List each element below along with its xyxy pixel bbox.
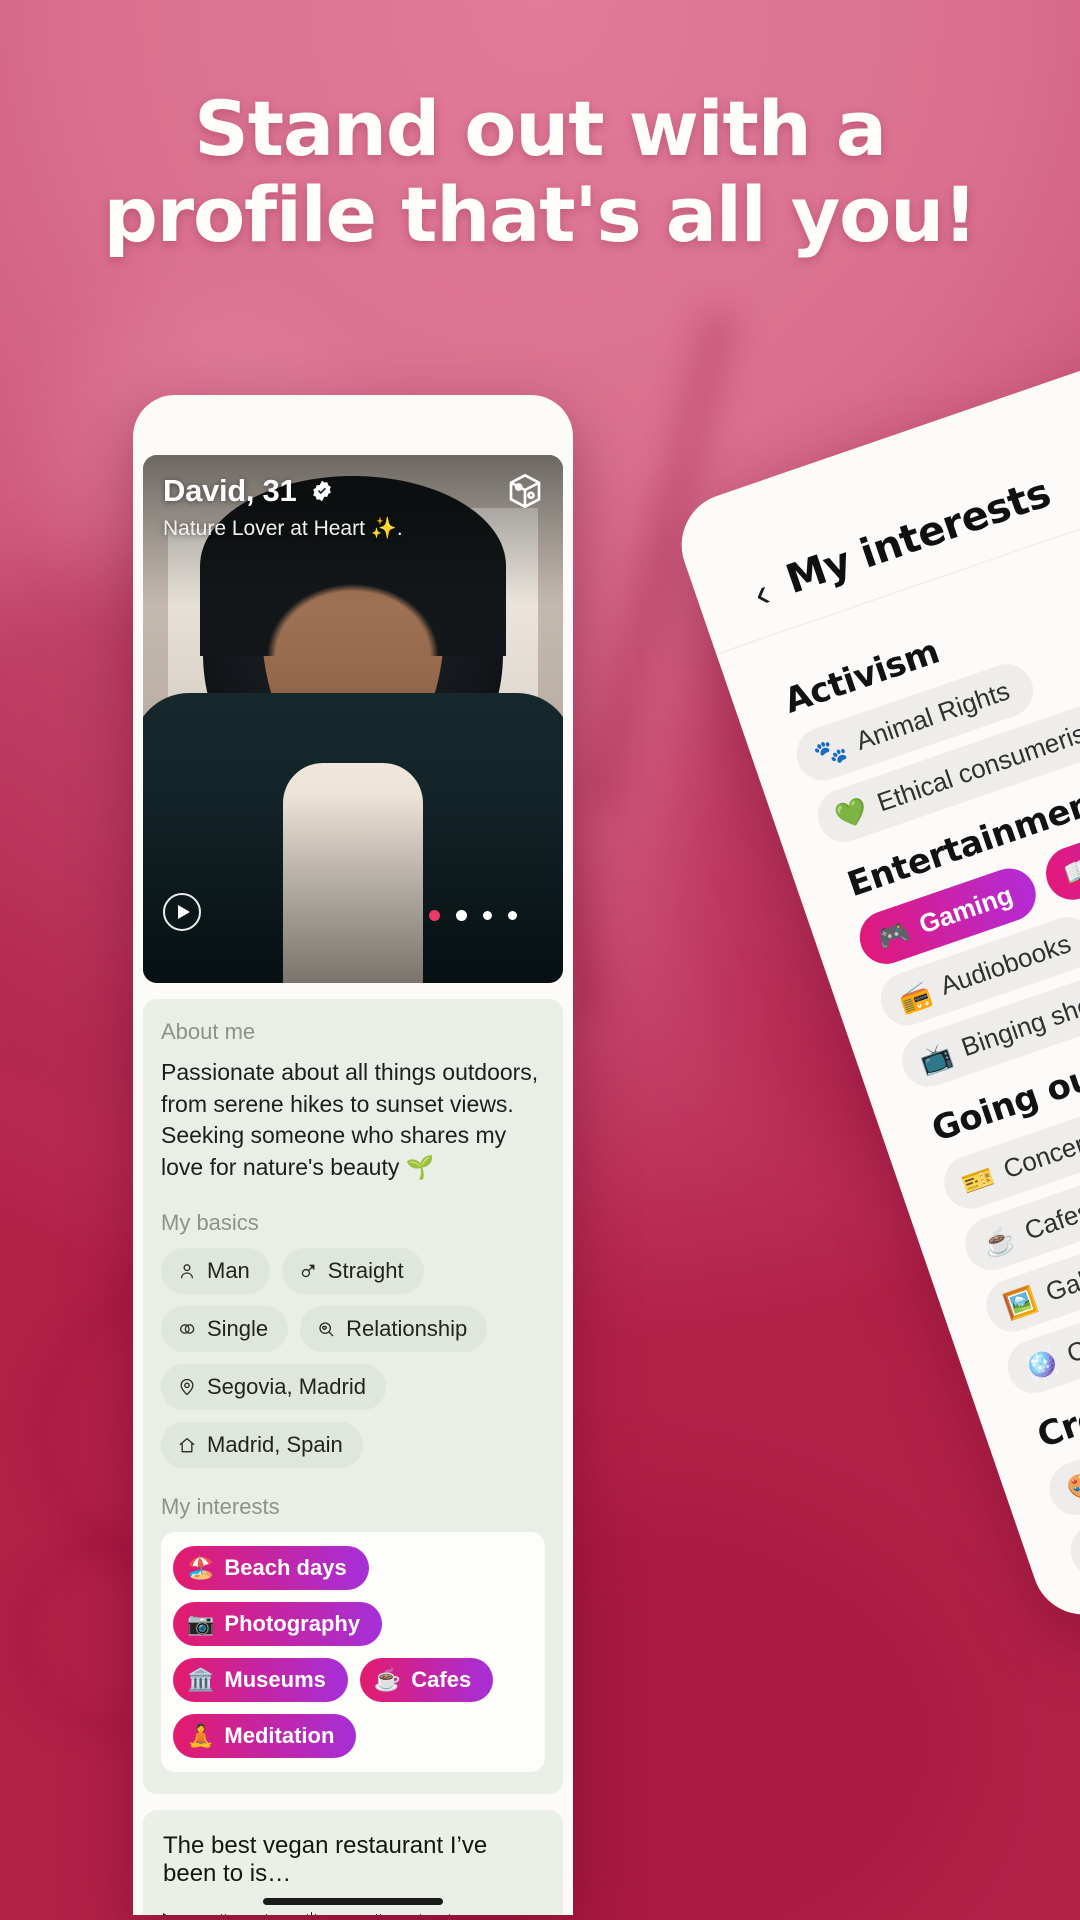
basics-chip-label: Segovia, Madrid [207,1373,366,1399]
gender-straight-icon [301,1264,315,1278]
interest-option-emoji: 📺 [915,1038,957,1078]
interest-option-emoji: 📖 [1059,851,1080,891]
profile-name: David, 31 [163,473,297,508]
basics-chip[interactable]: Madrid, Spain [161,1421,363,1468]
photo-dot[interactable] [508,911,517,920]
interest-option-label: Gaming [915,879,1017,940]
photo-dot[interactable] [429,910,440,921]
headline-line-1: Stand out with a [194,84,887,173]
waveform-bar [314,1913,316,1915]
person-icon [180,1264,194,1279]
status-bar-spacer [133,395,573,455]
photo-dot[interactable] [456,910,467,921]
waveform-bar [221,1913,223,1915]
interest-option-label: Cafes [1020,1195,1080,1246]
interest-chip-label: Museums [224,1666,326,1692]
waveform-bar [306,1913,308,1915]
basics-chip-label: Man [207,1257,250,1283]
interest-chip-emoji: ☕ [373,1666,402,1692]
interest-chip-label: Cafes [411,1666,472,1692]
home-indicator [263,1898,443,1905]
interest-option-label: Clubs [1062,1318,1080,1369]
interest-chip[interactable]: 🏖️ Beach days [173,1545,369,1590]
interest-chip-emoji: 🧘 [187,1722,215,1748]
play-circle-icon[interactable] [163,893,201,931]
interest-chip-emoji: 🏖️ [187,1554,215,1580]
waveform-bar [266,1913,268,1915]
basics-chip-list: Man Straight Single Relationship Segovia, Ma… [161,1247,545,1468]
basics-chip[interactable]: Man [161,1247,270,1294]
location-pin-icon [180,1378,194,1396]
play-triangle-icon[interactable] [163,1912,183,1915]
basics-chip[interactable]: Relationship [300,1305,488,1352]
waveform-bar [420,1913,422,1915]
profile-phone-mockup: David, 31 Nature Lover at Heart ✨. About… [133,395,573,1915]
interest-option-emoji: 🖼️ [1000,1283,1041,1323]
basics-chip-label: Madrid, Spain [207,1431,343,1457]
profile-photo-card[interactable]: David, 31 Nature Lover at Heart ✨. [143,455,563,983]
audio-waveform[interactable] [201,1908,482,1915]
interest-chip-label: Photography [224,1610,361,1636]
interest-option-emoji: 🪩 [1021,1344,1062,1384]
waveform-bar [375,1913,377,1915]
cube-3d-icon[interactable] [505,471,545,511]
interest-chip-label: Meditation [224,1722,335,1748]
interest-option-emoji: 🐾 [810,731,851,771]
about-me-label: About me [161,1019,256,1044]
interest-option-emoji: 🎮 [873,915,914,955]
basics-chip-label: Straight [327,1257,404,1283]
link-rings-icon [179,1324,195,1334]
waveform-bar [225,1913,227,1915]
interest-option-label: Concerts [999,1122,1080,1185]
photo-pagination-dots[interactable] [429,910,517,921]
headline-line-2: profile that's all you! [103,169,977,259]
interest-chip[interactable]: 🏛️ Museums [173,1657,348,1702]
interest-chip-emoji: 🏛️ [187,1666,215,1692]
voice-prompt-text: The best vegan restaurant I’ve been to i… [163,1831,488,1887]
photo-bottom-scrim [143,793,563,983]
chevron-left-icon[interactable]: ‹ [748,571,775,617]
profile-details-panel: About me Passionate about all things out… [143,999,563,1794]
basics-chip[interactable]: Straight [281,1247,424,1294]
interest-option-emoji: 💚 [831,793,872,833]
profile-name-row: David, 31 [163,473,334,509]
waveform-bar [310,1911,312,1915]
photo-dot[interactable] [483,911,492,920]
voice-duration: 0:25 [500,1912,543,1915]
about-me-text: Passionate about all things outdoors, fr… [161,1059,539,1181]
interests-chip-list: 🏖️ Beach days 📷 Photography 🏛️ Museums ☕ Cafes 🧘… [161,1531,545,1772]
basics-chip[interactable]: Single [161,1305,289,1352]
interest-option-emoji: 🎫 [957,1160,999,1200]
interest-chip[interactable]: 📷 Photography [173,1601,383,1646]
interest-option-label: Galleries [1041,1245,1080,1308]
page-title: Stand out with a profile that's all you! [0,86,1080,258]
interest-chip-label: Beach days [224,1554,347,1580]
voice-player-row: 0:25 [163,1908,543,1915]
basics-chip-label: Relationship [346,1315,468,1341]
waveform-bar [448,1913,450,1915]
interest-chip[interactable]: 🧘 Meditation [173,1713,357,1758]
basics-chip[interactable]: Segovia, Madrid [161,1363,386,1410]
basics-chip-label: Single [207,1315,269,1341]
profile-tagline: Nature Lover at Heart ✨. [163,517,403,540]
interest-chip-emoji: 📷 [187,1610,215,1636]
interest-option-emoji: 📻 [894,976,935,1016]
interest-option-emoji: ☕ [978,1221,1020,1261]
verified-badge-icon [313,480,332,502]
search-heart-icon [319,1322,334,1337]
my-basics-label: My basics [161,1209,259,1235]
waveform-bar [379,1913,381,1915]
interest-chip[interactable]: ☕ Cafes [359,1657,494,1702]
my-interests-label: My interests [161,1493,280,1519]
interest-option-emoji: 🎨 [1063,1466,1080,1506]
home-icon [179,1437,195,1453]
